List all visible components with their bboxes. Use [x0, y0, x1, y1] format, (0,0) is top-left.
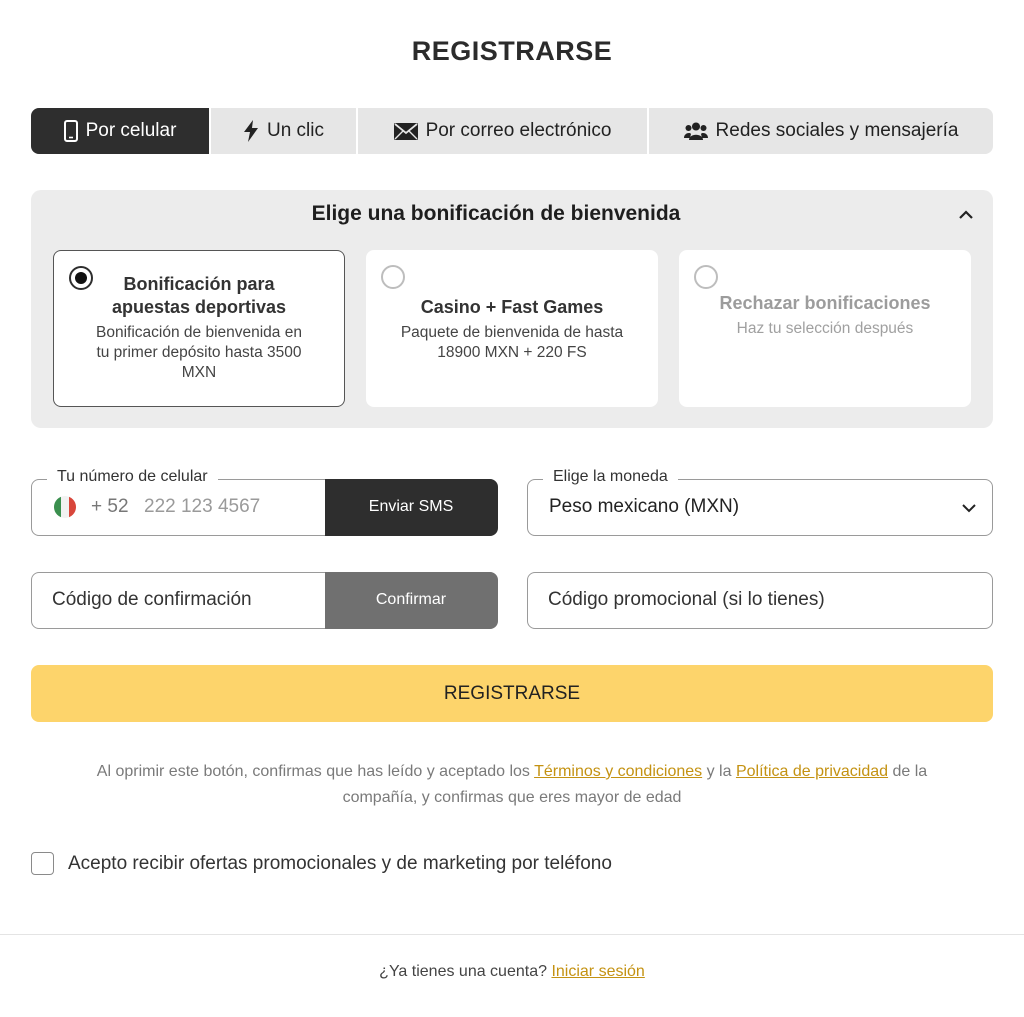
- phone-input[interactable]: [144, 493, 324, 521]
- confirmation-code-input[interactable]: [52, 586, 322, 614]
- phone-icon: [63, 120, 78, 142]
- tab-social-messaging[interactable]: Redes sociales y mensajería: [649, 108, 993, 154]
- bonus-option-description: Paquete de bienvenida de hasta 18900 MXN…: [400, 324, 624, 361]
- currency-select[interactable]: Elige la moneda Peso mexicano (MXN): [527, 468, 993, 536]
- marketing-label[interactable]: Acepto recibir ofertas promocionales y d…: [68, 853, 612, 875]
- bonus-option-name: Casino + Fast Games: [420, 297, 604, 317]
- privacy-link[interactable]: Política de privacidad: [736, 763, 888, 780]
- bonus-panel-title: Elige una bonificación de bienvenida: [311, 202, 681, 225]
- currency-selected-value: Peso mexicano (MXN): [549, 496, 740, 517]
- country-code: + 52: [91, 496, 129, 517]
- tab-by-email[interactable]: Por correo electrónico: [358, 108, 649, 154]
- users-icon: [683, 122, 708, 140]
- chevron-up-icon[interactable]: [957, 206, 975, 224]
- chevron-down-icon: [961, 500, 977, 516]
- tab-label: Por celular: [85, 120, 177, 141]
- marketing-checkbox[interactable]: [31, 852, 54, 875]
- tab-label: Redes sociales y mensajería: [715, 120, 959, 141]
- radio-button[interactable]: [69, 266, 93, 290]
- login-question: ¿Ya tienes una cuenta?: [379, 963, 547, 980]
- radio-button[interactable]: [694, 265, 718, 289]
- bonus-option-name: Bonificación para apuestas deportivas: [111, 274, 287, 317]
- tab-label: Por correo electrónico: [425, 120, 612, 141]
- bonus-option-name: Rechazar bonificaciones: [719, 293, 931, 313]
- tab-by-phone[interactable]: Por celular: [31, 108, 211, 154]
- page-title: REGISTRARSE: [411, 36, 613, 66]
- marketing-consent: Acepto recibir ofertas promocionales y d…: [31, 852, 612, 875]
- phone-field: Tu número de celular + 52 Enviar SMS: [31, 468, 498, 536]
- register-button[interactable]: REGISTRARSE: [31, 665, 993, 722]
- registration-method-tabs: Por celular Un clic Por correo electróni…: [31, 108, 993, 154]
- envelope-icon: [393, 122, 418, 140]
- divider: [0, 934, 1024, 935]
- promo-code-field: [527, 572, 993, 629]
- lightning-icon: [243, 120, 259, 142]
- phone-field-label: Tu número de celular: [47, 468, 218, 486]
- bonus-option-casino[interactable]: Casino + Fast Games Paquete de bienvenid…: [366, 250, 658, 407]
- send-sms-button[interactable]: Enviar SMS: [324, 478, 498, 536]
- promo-code-input[interactable]: [548, 586, 968, 614]
- bonus-option-decline[interactable]: Rechazar bonificaciones Haz tu selección…: [679, 250, 971, 407]
- mexico-flag-icon: [54, 496, 76, 518]
- confirmation-code-field: Confirmar: [31, 571, 498, 629]
- radio-button[interactable]: [381, 265, 405, 289]
- terms-notice: Al oprimir este botón, confirmas que has…: [60, 759, 964, 811]
- login-link[interactable]: Iniciar sesión: [551, 963, 644, 980]
- bonus-option-description: Bonificación de bienvenida en tu primer …: [96, 324, 302, 381]
- login-prompt: ¿Ya tienes una cuenta? Iniciar sesión: [0, 963, 1024, 981]
- confirm-button[interactable]: Confirmar: [324, 571, 498, 629]
- terms-link[interactable]: Términos y condiciones: [534, 763, 702, 780]
- tab-label: Un clic: [266, 120, 324, 141]
- bonus-option-description: Haz tu selección después: [736, 320, 914, 337]
- welcome-bonus-panel: Elige una bonificación de bienvenida Bon…: [31, 190, 993, 428]
- bonus-option-sports[interactable]: Bonificación para apuestas deportivas Bo…: [53, 250, 345, 407]
- terms-middle: y la: [706, 763, 732, 780]
- currency-field-label: Elige la moneda: [543, 468, 678, 486]
- terms-prefix: Al oprimir este botón, confirmas que has…: [96, 763, 530, 780]
- tab-one-click[interactable]: Un clic: [211, 108, 358, 154]
